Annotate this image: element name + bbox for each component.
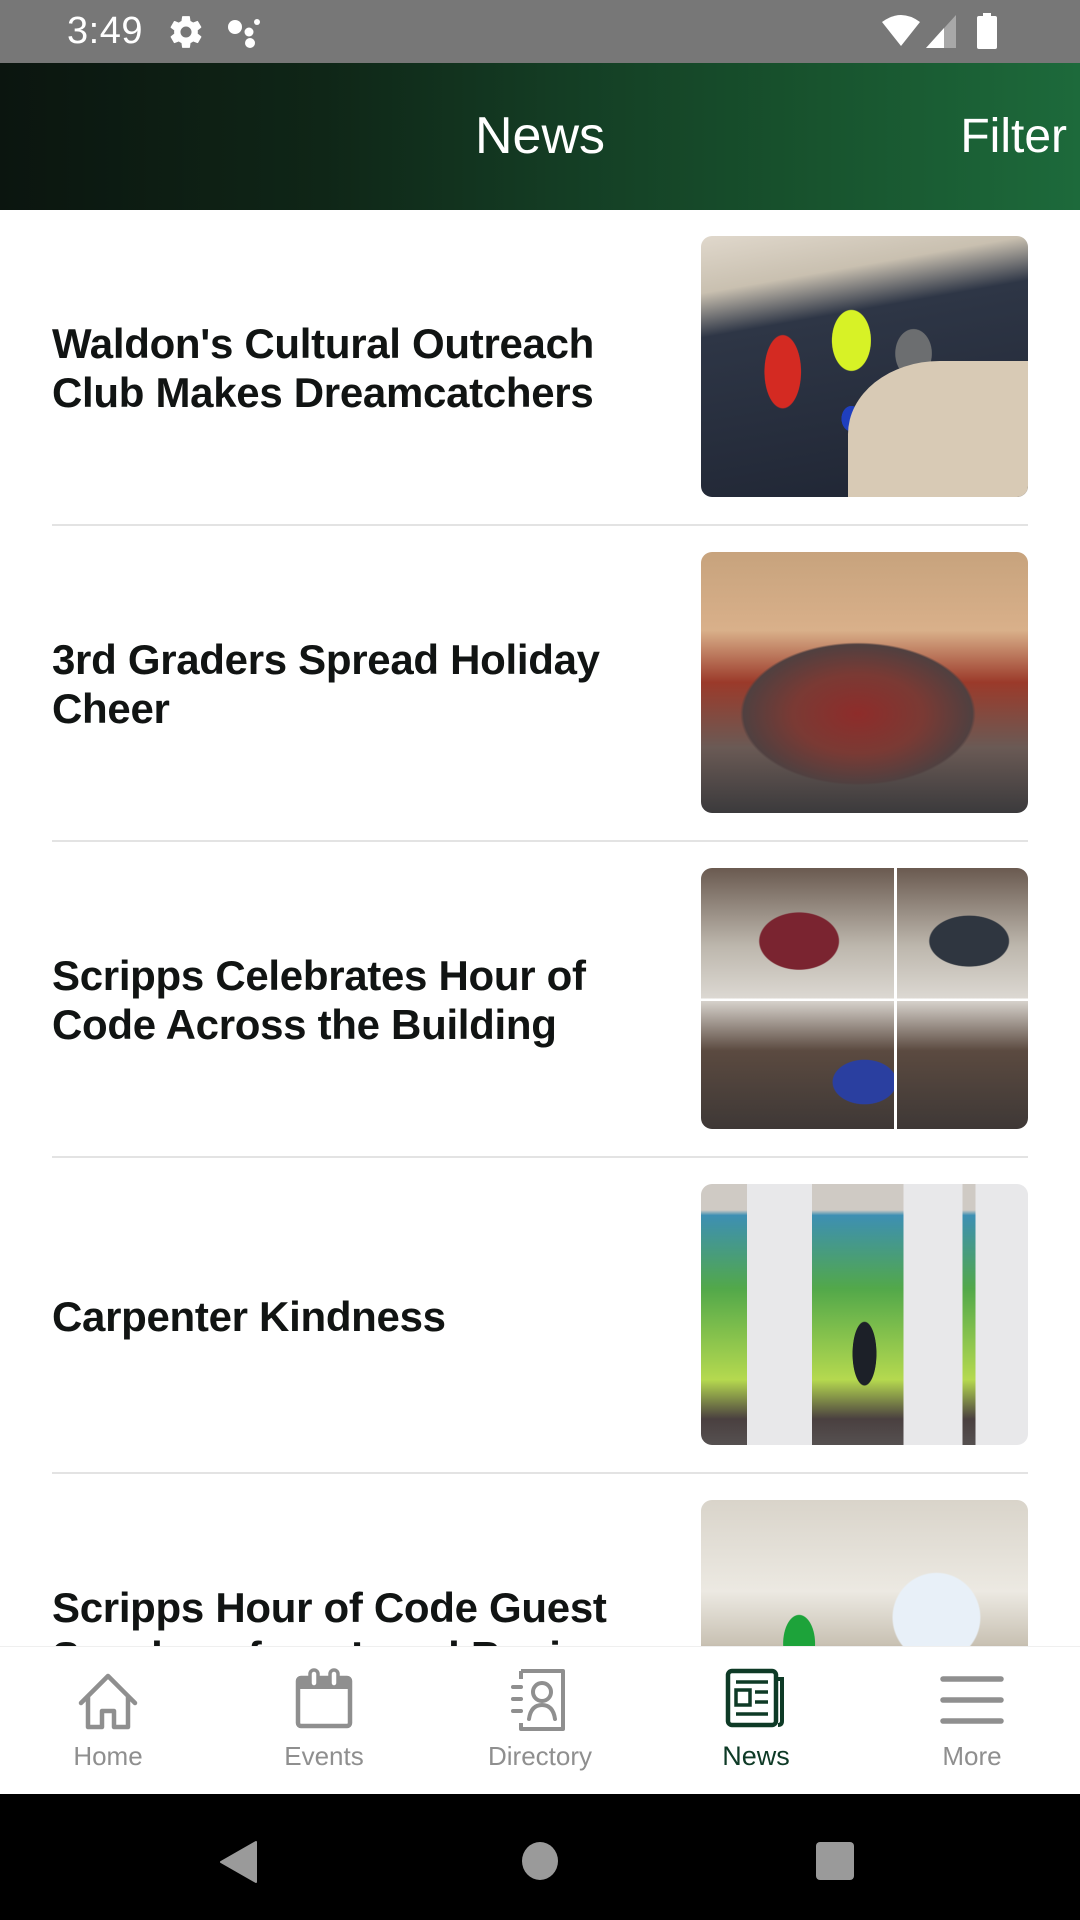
news-item-title: Scripps Hour of Code Guest Speakers from…: [52, 1584, 607, 1646]
news-item-thumbnail: [701, 236, 1028, 497]
recents-icon[interactable]: [815, 1841, 855, 1881]
gear-icon: [170, 16, 202, 48]
filter-button[interactable]: Filter: [960, 63, 1067, 210]
news-item-title: Scripps Celebrates Hour of Code Across t…: [52, 952, 586, 1048]
news-list[interactable]: Waldon's Cultural Outreach Club Makes Dr…: [0, 210, 1080, 1646]
signal-icon: [926, 15, 956, 48]
news-item[interactable]: Scripps Hour of Code Guest Speakers from…: [0, 1474, 1080, 1646]
wifi-icon: [882, 15, 920, 46]
news-item-thumbnail: [701, 552, 1028, 813]
assistant-dots-icon: [228, 19, 260, 48]
tab-more[interactable]: More: [864, 1647, 1080, 1794]
home-circle-icon[interactable]: [520, 1841, 560, 1881]
tab-home[interactable]: Home: [0, 1647, 216, 1794]
page-title: News: [474, 107, 606, 165]
news-item[interactable]: Carpenter Kindness: [0, 1158, 1080, 1474]
tab-news[interactable]: News: [648, 1647, 864, 1794]
home-icon: [78, 1673, 138, 1730]
calendar-icon: [295, 1668, 353, 1729]
news-item-thumbnail: [701, 1184, 1028, 1445]
newspaper-icon: [725, 1668, 784, 1728]
news-item[interactable]: Scripps Celebrates Hour of Code Across t…: [0, 842, 1080, 1158]
status-time: 3:49: [67, 10, 143, 52]
tab-home-label: Home: [73, 1741, 143, 1771]
news-item[interactable]: 3rd Graders Spread Holiday Cheer: [0, 526, 1080, 842]
news-item-thumbnail: [701, 1500, 1028, 1646]
news-item-title: Carpenter Kindness: [52, 1292, 446, 1340]
news-item-title: Waldon's Cultural Outreach Club Makes Dr…: [52, 320, 595, 416]
battery-icon: [977, 13, 997, 49]
tab-news-label: News: [722, 1741, 790, 1771]
tab-directory[interactable]: Directory: [432, 1647, 648, 1794]
tab-events[interactable]: Events: [216, 1647, 432, 1794]
system-nav-bar: [0, 1794, 1080, 1920]
news-item-title: 3rd Graders Spread Holiday Cheer: [52, 636, 600, 732]
tab-directory-label: Directory: [487, 1741, 592, 1771]
news-item-thumbnail: [701, 868, 1028, 1129]
news-item[interactable]: Waldon's Cultural Outreach Club Makes Dr…: [0, 210, 1080, 526]
tab-events-label: Events: [284, 1741, 364, 1771]
status-bar: 3:49: [0, 0, 1080, 63]
back-icon[interactable]: [218, 1840, 258, 1884]
contact-book-icon: [511, 1669, 565, 1731]
app-header: News Filter: [0, 63, 1080, 210]
tab-more-label: More: [942, 1741, 1002, 1771]
menu-icon: [940, 1676, 1004, 1724]
bottom-nav: Home Events Directory News More: [0, 1646, 1080, 1794]
